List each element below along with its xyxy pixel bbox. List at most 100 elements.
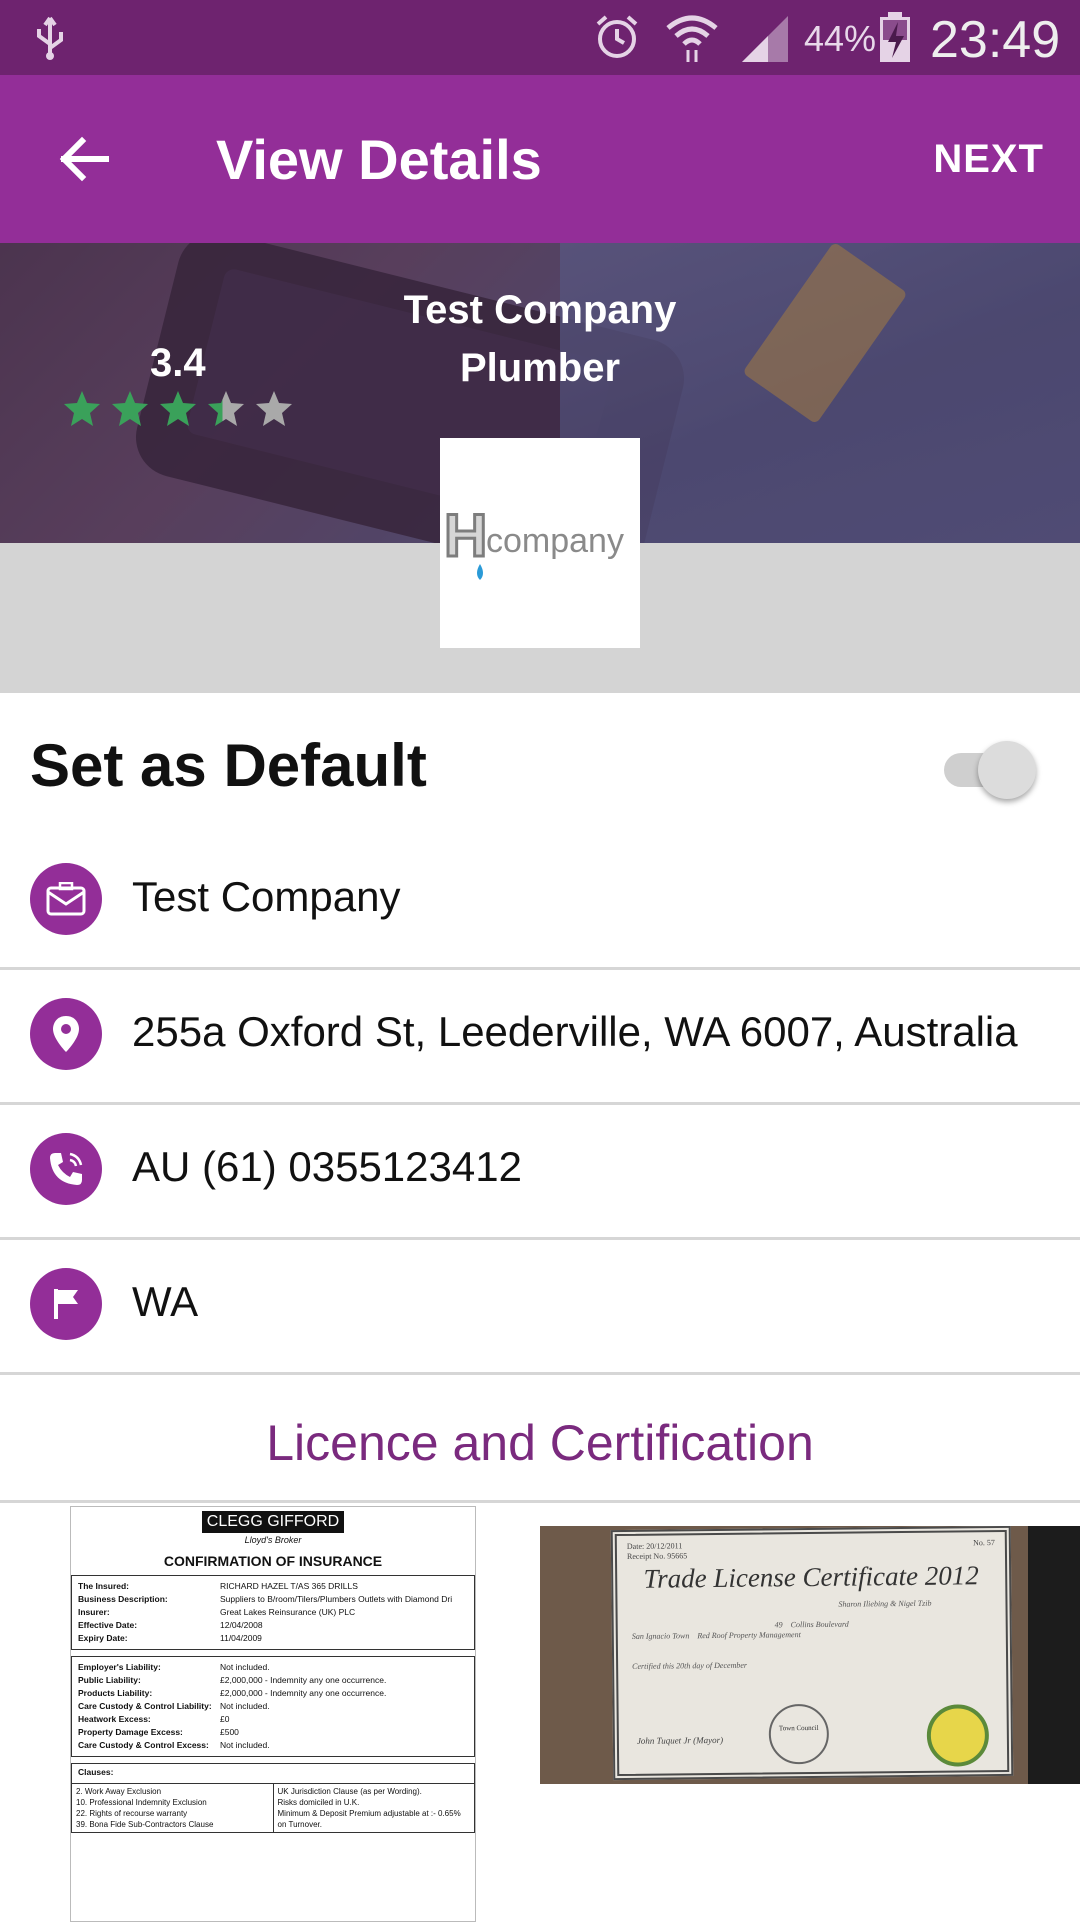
clauses-table: 2. Work Away Exclusion 10. Professional I…: [72, 1783, 474, 1832]
license-title: Trade License Certificate 2012: [643, 1560, 979, 1594]
license-address-no: 49: [774, 1620, 783, 1630]
star-icon: [64, 391, 100, 426]
insurance-row: Property Damage Excess: £500: [78, 1726, 468, 1739]
state-text: WA: [132, 1278, 199, 1325]
battery-percentage: 44%: [804, 18, 877, 59]
license-date: Date: 20/12/2011: [626, 1541, 683, 1551]
insurance-row-key: Public Liability:: [78, 1675, 141, 1685]
licence-section-header: Licence and Certification: [0, 1378, 1080, 1503]
clause-item: UK Jurisdiction Clause (as per Wording).: [277, 1787, 422, 1796]
logo-text: company: [486, 522, 624, 560]
clauses-label: Clauses:: [78, 1767, 114, 1777]
rating-value: 3.4: [150, 341, 206, 385]
company-name: Test Company: [132, 873, 401, 920]
trade-license-certificate: Date: 20/12/2011 Receipt No. 95665 No. 5…: [610, 1526, 1014, 1781]
company-logo-image: H company: [443, 501, 624, 580]
insurance-row-key: The Insured:: [78, 1581, 130, 1591]
insurance-cover-box: Employer's Liability: Not included. Public…: [71, 1656, 475, 1757]
back-arrow-icon[interactable]: [56, 131, 112, 187]
clause-item: 39. Bona Fide Sub-Contractors Clause: [76, 1820, 214, 1829]
insurance-row-value: £500: [220, 1727, 239, 1737]
insurance-broker: Lloyd's Broker: [244, 1535, 302, 1545]
insurance-row-key: Heatwork Excess:: [78, 1714, 151, 1724]
clock: 23:49: [930, 11, 1061, 69]
insurance-row-value: 11/04/2009: [220, 1633, 262, 1643]
insurance-row-key: Care Custody & Control Liability:: [78, 1701, 212, 1711]
insurance-row: Care Custody & Control Liability: Not inc…: [78, 1700, 468, 1713]
clause-item: 2. Work Away Exclusion: [76, 1787, 162, 1796]
insurance-document-image[interactable]: CLEGG GIFFORD Lloyd's Broker CONFIRMATIO…: [70, 1506, 476, 1922]
license-receipt: Receipt No. 95665: [626, 1551, 688, 1561]
licence-section-title: Licence and Certification: [266, 1415, 814, 1471]
trade-license-image[interactable]: Date: 20/12/2011 Receipt No. 95665 No. 5…: [540, 1526, 1080, 1784]
insurance-brand: CLEGG GIFFORD: [202, 1511, 344, 1533]
page-title: View Details: [216, 128, 542, 191]
license-emblem: [926, 1704, 990, 1767]
insurance-row-key: Products Liability:: [78, 1688, 153, 1698]
clauses-right-column: UK Jurisdiction Clause (as per Wording).…: [272, 1784, 475, 1832]
insurance-row-value: RICHARD HAZEL T/AS 365 DRILLS: [220, 1581, 358, 1591]
signal-icon: [742, 16, 788, 62]
logo-letter: H: [444, 502, 487, 569]
app-bar: View Details NEXT: [0, 75, 1080, 243]
insurance-row-value: £2,000,000 - Indemnity any one occurrenc…: [220, 1675, 387, 1685]
license-business: Red Roof Property Management: [697, 1630, 801, 1641]
set-default-label: Set as Default: [30, 732, 427, 799]
insurance-row-value: Suppliers to B/room/Tilers/Plumbers Outl…: [220, 1594, 453, 1604]
next-button[interactable]: NEXT: [933, 137, 1044, 182]
phone-row: AU (61) 0355123412: [0, 1103, 1080, 1240]
insurance-clauses-box: Clauses: 2. Work Away Exclusion 10. Profe…: [71, 1763, 475, 1833]
state-row: WA: [0, 1238, 1080, 1375]
rating-stars: [62, 389, 294, 429]
set-default-toggle[interactable]: [944, 733, 1040, 803]
alarm-icon: [596, 15, 638, 58]
insurance-row-value: 12/04/2008: [220, 1620, 263, 1630]
insurance-summary-box: The Insured: RICHARD HAZEL T/AS 365 DRILL…: [71, 1575, 475, 1650]
status-bar: 44% 23:49: [0, 0, 1080, 75]
star-icon: [160, 391, 196, 426]
license-number: No. 57: [973, 1538, 995, 1548]
insurance-row: Insurer: Great Lakes Reinsurance (UK) PLC: [78, 1606, 468, 1619]
star-icon: [208, 391, 244, 426]
address-row: 255a Oxford St, Leederville, WA 6007, Au…: [0, 968, 1080, 1105]
insurance-row: Employer's Liability: Not included.: [78, 1661, 468, 1674]
insurance-row: The Insured: RICHARD HAZEL T/AS 365 DRILL…: [78, 1580, 468, 1593]
company-name-line: Test Company: [403, 288, 677, 332]
insurance-row-key: Business Description:: [78, 1594, 168, 1604]
insurance-row: Business Description: Suppliers to B/room…: [78, 1593, 468, 1606]
license-meta: Date: 20/12/2011 Receipt No. 95665: [627, 1541, 687, 1562]
insurance-row: Heatwork Excess: £0: [78, 1713, 468, 1726]
photo-edge: [1028, 1526, 1080, 1784]
clause-item: Risks domiciled in U.K.: [277, 1798, 360, 1807]
insurance-row-value: £0: [220, 1714, 230, 1724]
insurance-row-key: Employer's Liability:: [78, 1662, 161, 1672]
phone-number[interactable]: AU (61) 0355123412: [132, 1143, 522, 1191]
company-logo[interactable]: H company: [440, 438, 640, 648]
clause-item: 10. Professional Indemnity Exclusion: [76, 1798, 207, 1807]
license-signer: John Tuquet Jr (Mayor): [636, 1734, 724, 1746]
wifi-icon: [666, 15, 718, 62]
insurance-row-key: Effective Date:: [78, 1620, 138, 1630]
company-row: Test Company: [0, 833, 1080, 970]
insurance-row-key: Insurer:: [78, 1607, 110, 1617]
insurance-row: Public Liability: £2,000,000 - Indemnity …: [78, 1674, 468, 1687]
clauses-left-column: 2. Work Away Exclusion 10. Professional I…: [72, 1784, 273, 1832]
clause-item: Minimum & Deposit Premium adjustable at …: [277, 1809, 461, 1829]
license-street: San Ignacio Town: [631, 1631, 690, 1641]
seal-text: Town Council: [778, 1723, 819, 1733]
location-pin-icon: [30, 998, 102, 1070]
insurance-row: Care Custody & Control Excess: Not includ…: [78, 1739, 468, 1752]
address-text[interactable]: 255a Oxford St, Leederville, WA 6007, Au…: [132, 1008, 1018, 1056]
insurance-row-key: Care Custody & Control Excess:: [78, 1740, 209, 1750]
insurance-row: Effective Date: 12/04/2008: [78, 1619, 468, 1632]
briefcase-icon: [30, 863, 102, 935]
insurance-row-key: Property Damage Excess:: [78, 1727, 183, 1737]
license-address-street: Collins Boulevard: [790, 1619, 849, 1630]
phone-icon: [30, 1133, 102, 1205]
license-certified: Certified this 20th day of December: [632, 1660, 748, 1671]
insurance-row-value: Great Lakes Reinsurance (UK) PLC: [220, 1607, 356, 1617]
battery-charging-icon: [880, 12, 910, 62]
insurance-row-value: Not included.: [220, 1701, 270, 1711]
insurance-row: Products Liability: £2,000,000 - Indemnit…: [78, 1687, 468, 1700]
insurance-row-value: £2,000,000 - Indemnity any one occurrenc…: [220, 1688, 387, 1698]
